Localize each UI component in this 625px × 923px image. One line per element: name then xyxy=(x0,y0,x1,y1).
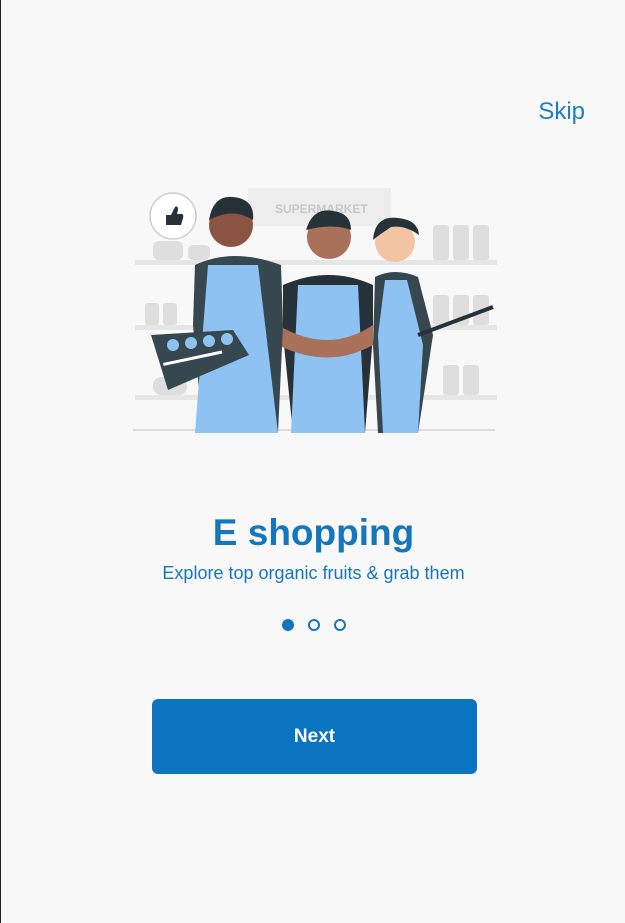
onboarding-illustration: SUPERMARKET xyxy=(133,188,497,433)
onboarding-title: E shopping xyxy=(212,512,415,553)
worker-middle xyxy=(278,210,373,433)
onboarding-subtitle: Explore top organic fruits & grab them xyxy=(162,563,465,583)
page-dot-1[interactable] xyxy=(281,619,294,631)
thumbs-up-icon xyxy=(149,192,197,240)
page-dot-2[interactable] xyxy=(307,619,320,631)
page-dot-3[interactable] xyxy=(333,619,346,631)
next-button[interactable]: Next xyxy=(152,699,477,774)
page-indicator xyxy=(1,619,625,631)
skip-button[interactable]: Skip xyxy=(538,98,585,126)
